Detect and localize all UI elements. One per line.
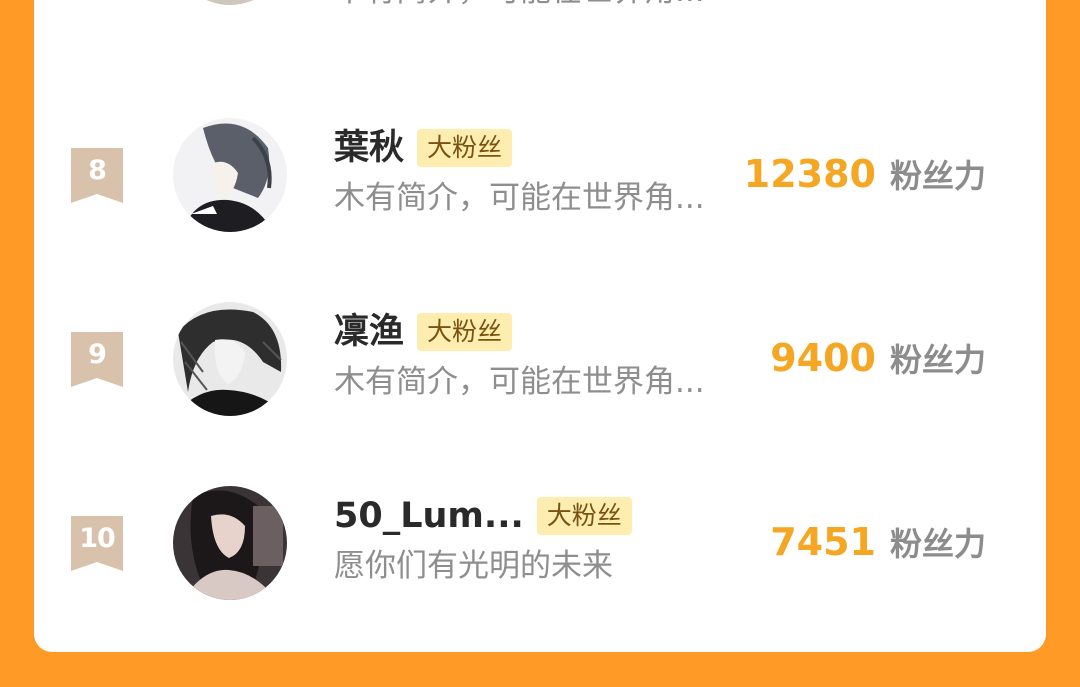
user-bio: 木有简介，可能在世界角... bbox=[334, 0, 705, 11]
fan-power-value: 7451 bbox=[770, 520, 876, 564]
fan-power-value: 12380 bbox=[743, 152, 876, 196]
user-bio: 木有简介，可能在世界角... bbox=[334, 364, 705, 400]
user-name[interactable]: 50_Lum... bbox=[334, 494, 524, 538]
fan-power: 12380 粉丝力 bbox=[744, 152, 986, 198]
name-line: 葉秋 大粉丝 bbox=[334, 126, 513, 170]
rank-number: 8 bbox=[88, 155, 107, 186]
fan-row[interactable]: 10 50_Lum... 大粉丝 愿你们有光明的未来 7451 粉丝力 bbox=[34, 466, 1046, 606]
name-line: 50_Lum... 大粉丝 bbox=[334, 494, 632, 538]
rank-number: 10 bbox=[79, 523, 116, 554]
fan-power-label: 粉丝力 bbox=[889, 157, 986, 195]
user-bio: 愿你们有光明的未来 bbox=[334, 548, 613, 584]
fan-ranking-card: 木有简介，可能在世界角... 8 葉秋 大粉丝 木有简介，可能在世界角... bbox=[34, 0, 1046, 652]
rank-ribbon-badge: 8 bbox=[71, 148, 123, 203]
fan-row[interactable]: 8 葉秋 大粉丝 木有简介，可能在世界角... 12380 粉丝力 bbox=[34, 98, 1046, 238]
user-avatar[interactable] bbox=[173, 118, 287, 232]
user-avatar[interactable] bbox=[173, 486, 287, 600]
fan-level-badge: 大粉丝 bbox=[417, 129, 513, 167]
user-bio: 木有简介，可能在世界角... bbox=[334, 180, 705, 216]
name-line: 凜渔 大粉丝 bbox=[334, 310, 513, 354]
fan-power-value: 9400 bbox=[770, 336, 876, 380]
fan-level-badge: 大粉丝 bbox=[536, 497, 632, 535]
user-name[interactable]: 葉秋 bbox=[334, 126, 404, 170]
fan-power-label: 粉丝力 bbox=[889, 525, 986, 563]
fan-row-partial[interactable]: 木有简介，可能在世界角... bbox=[34, 0, 1046, 31]
fan-power: 7451 粉丝力 bbox=[770, 520, 986, 566]
fan-row[interactable]: 9 凜渔 大粉丝 木有简介，可能在世界角... 9400 粉丝力 bbox=[34, 282, 1046, 422]
user-avatar[interactable] bbox=[173, 0, 287, 5]
fan-power-label: 粉丝力 bbox=[889, 341, 986, 379]
user-avatar[interactable] bbox=[173, 302, 287, 416]
rank-ribbon-badge: 9 bbox=[71, 332, 123, 387]
fan-level-badge: 大粉丝 bbox=[417, 313, 513, 351]
fan-power: 9400 粉丝力 bbox=[770, 336, 986, 382]
rank-ribbon-badge: 10 bbox=[71, 516, 123, 571]
user-name[interactable]: 凜渔 bbox=[334, 310, 404, 354]
rank-number: 9 bbox=[88, 339, 107, 370]
